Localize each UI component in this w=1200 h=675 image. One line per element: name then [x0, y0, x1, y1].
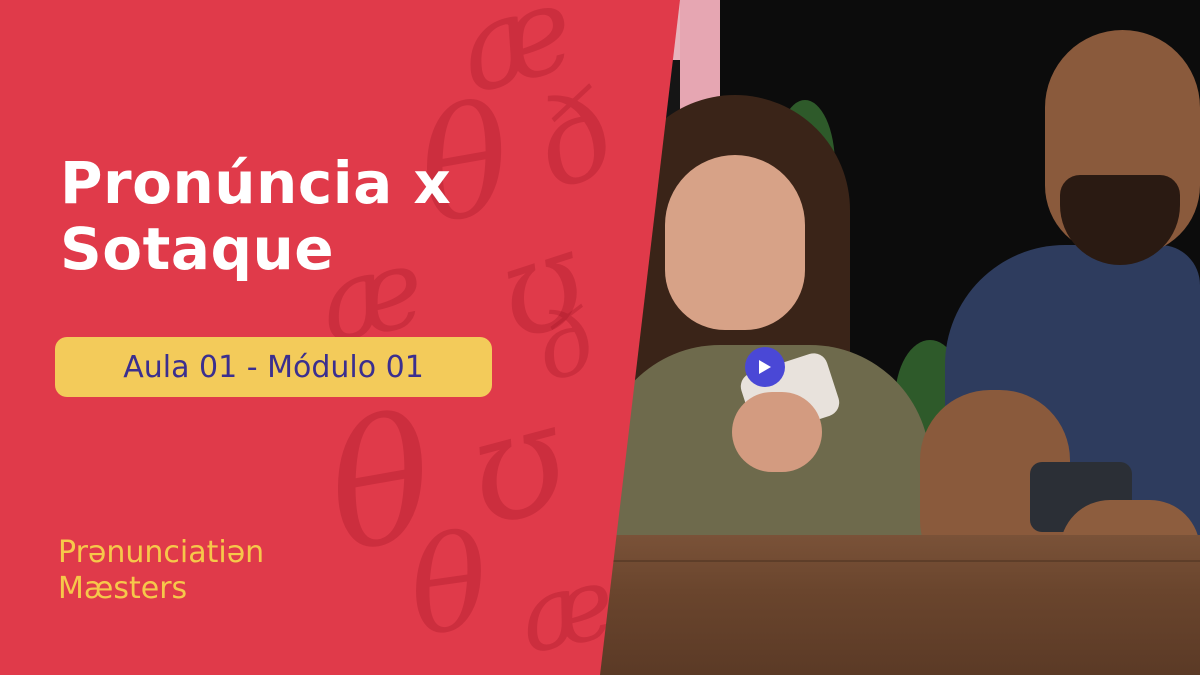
video-title-line-2: Sotaque: [60, 215, 335, 283]
play-button[interactable]: [745, 347, 785, 387]
lesson-badge: Aula 01 - Módulo 01: [55, 337, 492, 397]
wooden-table: [560, 535, 1200, 675]
play-icon: [759, 360, 771, 374]
lesson-badge-label: Aula 01 - Módulo 01: [123, 349, 424, 385]
background-glyph: θ: [399, 504, 499, 666]
brand-logo-line-2: Mæsters: [58, 571, 188, 606]
video-title-line-1: Pronúncia x: [60, 149, 452, 217]
brand-logo-line-1: Prənunciatiən: [58, 535, 265, 570]
woman-face: [665, 155, 805, 330]
table-grain: [560, 560, 1200, 562]
brand-logo: Prənunciatiən Mæsters: [58, 535, 264, 607]
video-title: Pronúncia x Sotaque: [60, 150, 451, 282]
background-glyph: ð: [518, 61, 634, 218]
woman-hand: [732, 392, 822, 472]
